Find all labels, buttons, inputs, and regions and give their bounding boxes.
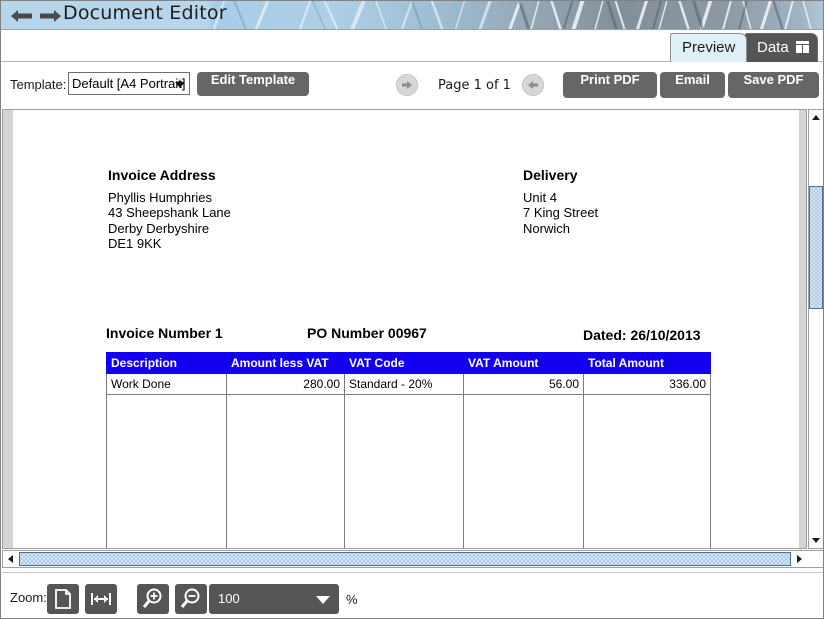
table-row: Work Done 280.00 Standard - 20% 56.00 33… — [106, 373, 711, 395]
scroll-left-button[interactable] — [3, 551, 19, 567]
width-fit-icon — [91, 593, 111, 605]
page-info-label: Page 1 of 1 — [438, 78, 511, 93]
document-viewport[interactable]: Invoice Address Phyllis Humphries 43 She… — [2, 109, 807, 549]
document-page: Invoice Address Phyllis Humphries 43 She… — [13, 110, 799, 548]
scroll-right-button[interactable] — [792, 551, 808, 567]
cell-vat-amount: 56.00 — [463, 373, 584, 395]
vertical-scrollbar[interactable] — [808, 109, 823, 549]
delivery-lines: Unit 4 7 King Street Norwich — [523, 190, 599, 236]
invoice-table: Description Amount less VAT VAT Code VAT… — [106, 352, 711, 548]
col-vat-amount: VAT Amount — [463, 352, 584, 374]
document-editor-window: Document Editor Preview Data Template: D… — [0, 0, 824, 619]
cell-amount-less-vat: 280.00 — [226, 373, 345, 395]
cell-blank — [463, 394, 584, 548]
email-button[interactable]: Email — [660, 72, 725, 98]
table-grid-icon — [795, 41, 809, 53]
tab-preview[interactable]: Preview — [670, 33, 748, 62]
invoice-number: Invoice Number 1 — [106, 325, 223, 341]
arrow-left-circle-icon — [402, 81, 412, 89]
horizontal-scrollbar[interactable] — [2, 550, 823, 568]
dated-label: Dated: 26/10/2013 — [583, 327, 701, 343]
next-page-button[interactable] — [522, 74, 544, 96]
titlebar-texture-right — [508, 1, 812, 29]
template-label: Template: — [10, 77, 67, 92]
page-fit-icon — [55, 589, 71, 609]
triangle-right-icon — [797, 555, 802, 563]
cell-blank — [106, 394, 227, 548]
delivery-heading: Delivery — [523, 167, 578, 183]
cell-total-amount: 336.00 — [583, 373, 711, 395]
tab-data-label: Data — [757, 39, 789, 56]
edit-template-button[interactable]: Edit Template — [197, 72, 309, 96]
titlebar-texture-left — [212, 1, 492, 29]
cell-description: Work Done — [106, 373, 227, 395]
cell-blank — [583, 394, 711, 548]
col-amount-less-vat: Amount less VAT — [226, 352, 345, 374]
save-pdf-button[interactable]: Save PDF — [728, 72, 819, 98]
percent-label: % — [346, 592, 358, 607]
chevron-down-icon — [316, 596, 330, 604]
fit-width-button[interactable] — [85, 584, 117, 614]
zoom-bar: Zoom: — [2, 572, 823, 618]
cell-vat-code: Standard - 20% — [344, 373, 464, 395]
col-vat-code: VAT Code — [344, 352, 464, 374]
magnifier-minus-icon — [180, 588, 200, 608]
col-description: Description — [106, 352, 227, 374]
triangle-down-icon — [812, 538, 820, 543]
cell-blank — [226, 394, 345, 548]
zoom-level-value: 100 — [218, 591, 240, 606]
triangle-left-icon — [8, 555, 13, 563]
invoice-address-lines: Phyllis Humphries 43 Sheepshank Lane Der… — [108, 190, 231, 252]
tab-strip: Preview Data — [1, 30, 823, 62]
template-select[interactable]: Default [A4 Portrait] — [68, 72, 190, 95]
zoom-label: Zoom: — [10, 590, 47, 605]
scrollbar-corner — [808, 551, 823, 567]
zoom-level-select[interactable]: 100 — [209, 584, 339, 614]
template-select-value: Default [A4 Portrait] — [72, 76, 186, 91]
vertical-scroll-thumb[interactable] — [809, 186, 823, 309]
scroll-up-button[interactable] — [809, 110, 823, 125]
arrow-left-icon[interactable] — [11, 9, 33, 23]
tab-preview-label: Preview — [682, 39, 736, 56]
magnifier-plus-icon — [142, 588, 162, 608]
triangle-up-icon — [812, 115, 820, 120]
title-bar: Document Editor — [1, 1, 823, 30]
fit-page-button[interactable] — [47, 584, 79, 614]
po-number: PO Number 00967 — [307, 325, 427, 341]
zoom-out-button[interactable] — [175, 584, 207, 614]
tab-data[interactable]: Data — [745, 33, 818, 62]
invoice-table-header-row: Description Amount less VAT VAT Code VAT… — [106, 352, 711, 374]
arrow-right-icon[interactable] — [39, 9, 61, 23]
print-pdf-button[interactable]: Print PDF — [563, 72, 657, 98]
horizontal-scroll-thumb[interactable] — [19, 552, 791, 566]
col-total-amount: Total Amount — [583, 352, 711, 374]
cell-blank — [344, 394, 464, 548]
prev-page-button[interactable] — [396, 74, 418, 96]
chevron-down-icon — [175, 82, 185, 88]
arrow-right-circle-icon — [528, 81, 538, 89]
table-row-blank — [106, 394, 711, 548]
window-title: Document Editor — [63, 2, 227, 24]
invoice-address-heading: Invoice Address — [108, 167, 216, 183]
zoom-in-button[interactable] — [137, 584, 169, 614]
scroll-down-button[interactable] — [809, 533, 823, 548]
